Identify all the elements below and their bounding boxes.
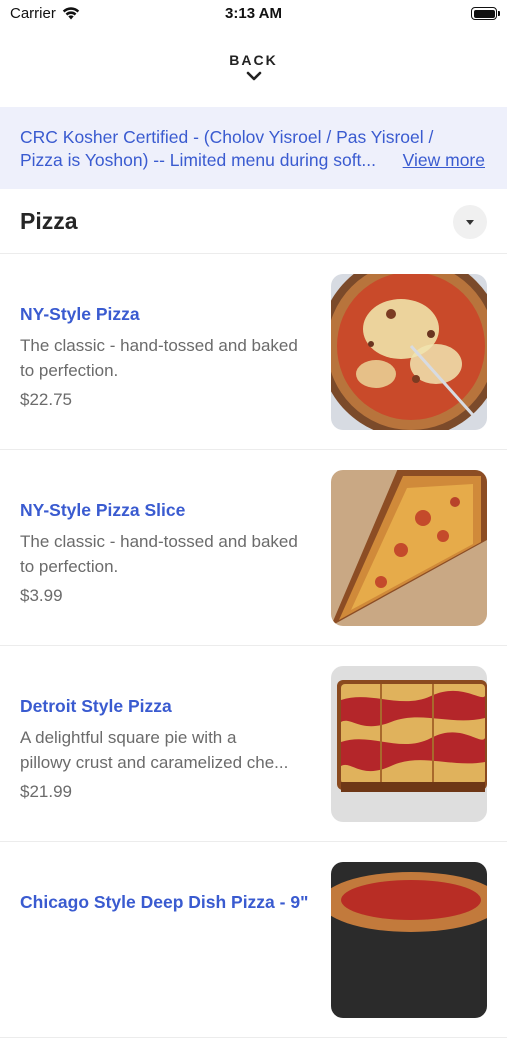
menu-list: NY-Style Pizza The classic - hand-tossed… (0, 254, 507, 1038)
menu-item-ny-style-pizza[interactable]: NY-Style Pizza The classic - hand-tossed… (0, 254, 507, 450)
status-bar: Carrier 3:13 AM (0, 0, 507, 30)
section-collapse-button[interactable] (453, 205, 487, 239)
battery-icon (471, 7, 500, 20)
notice-text-line2: Pizza is Yoshon) -- Limited menu during … (20, 150, 377, 170)
view-more-link[interactable]: View more (403, 149, 485, 172)
back-label: BACK (229, 52, 278, 68)
item-price: $21.99 (20, 782, 72, 801)
section-header: Pizza (0, 190, 507, 254)
item-photo-ny-style-pizza (331, 274, 487, 430)
caret-down-icon (466, 219, 474, 225)
notice-text-line1: CRC Kosher Certified - (Cholov Yisroel /… (20, 127, 434, 147)
menu-item-chicago-deep-dish[interactable]: Chicago Style Deep Dish Pizza - 9" (0, 842, 507, 1038)
item-price: $3.99 (20, 586, 63, 605)
item-name: Chicago Style Deep Dish Pizza - 9" (20, 892, 309, 912)
item-name: NY-Style Pizza Slice (20, 500, 186, 520)
item-name: NY-Style Pizza (20, 304, 140, 324)
item-price: $22.75 (20, 390, 72, 409)
item-photo-detroit-style-pizza (331, 666, 487, 822)
section-title: Pizza (20, 208, 78, 234)
status-time: 3:13 AM (225, 5, 282, 22)
item-description: A delightful square pie with a pillowy cr… (20, 728, 289, 772)
kosher-notice-banner: CRC Kosher Certified - (Cholov Yisroel /… (0, 107, 507, 189)
back-button[interactable]: BACK (0, 52, 507, 81)
menu-item-detroit-style-pizza[interactable]: Detroit Style Pizza A delightful square … (0, 646, 507, 842)
item-photo-chicago-deep-dish (331, 862, 487, 1018)
item-photo-ny-style-pizza-slice (331, 470, 487, 626)
chevron-down-icon (246, 71, 261, 81)
menu-item-ny-style-pizza-slice[interactable]: NY-Style Pizza Slice The classic - hand-… (0, 450, 507, 646)
item-description: The classic - hand-tossed and baked to pe… (20, 532, 298, 576)
item-name: Detroit Style Pizza (20, 696, 172, 716)
item-description: The classic - hand-tossed and baked to pe… (20, 336, 298, 380)
